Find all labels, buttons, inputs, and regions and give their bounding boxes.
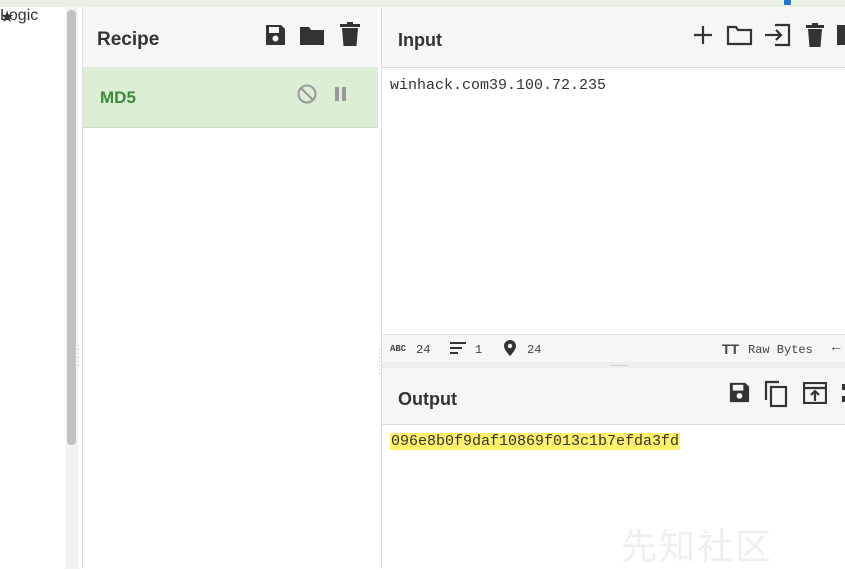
- trash-icon[interactable]: [340, 22, 360, 46]
- trash-icon[interactable]: [806, 23, 824, 47]
- lines-icon: [450, 341, 466, 355]
- recipe-title: Recipe: [97, 29, 160, 50]
- disable-icon[interactable]: [296, 83, 318, 105]
- operations-scrollbar-thumb[interactable]: [67, 10, 76, 445]
- column-resize-handle[interactable]: · · · · · ·: [77, 341, 80, 370]
- layout-icon[interactable]: [837, 24, 845, 46]
- category-logic-label[interactable]: Logic: [0, 7, 38, 25]
- input-lines: 1: [475, 343, 483, 357]
- output-text-area[interactable]: 096e8b0f9daf10869f013c1b7efda3fd: [390, 433, 681, 450]
- top-banner: [0, 0, 845, 7]
- text-encoding-icon: TT: [722, 341, 740, 357]
- arrow-left-icon[interactable]: ←: [832, 340, 840, 356]
- pause-icon[interactable]: [334, 86, 348, 102]
- recipe-operation-md5[interactable]: MD5: [83, 67, 378, 128]
- folder-icon[interactable]: [726, 24, 753, 46]
- replace-input-icon[interactable]: [803, 382, 827, 404]
- star-icon[interactable]: ★: [0, 7, 66, 569]
- input-text-area[interactable]: winhack.com39.100.72.235: [390, 77, 606, 94]
- save-icon[interactable]: [263, 23, 287, 47]
- folder-icon[interactable]: [299, 24, 325, 46]
- save-icon[interactable]: [728, 381, 751, 404]
- copy-icon[interactable]: [763, 380, 789, 408]
- encoding-label[interactable]: Raw Bytes: [748, 343, 813, 357]
- location-pin-icon: [504, 340, 516, 356]
- recipe-panel: Recipe MD5: [82, 7, 378, 569]
- recipe-header: Recipe: [83, 7, 378, 68]
- length-icon: ABC: [390, 344, 407, 354]
- output-header: Output: [382, 368, 845, 425]
- operation-name: MD5: [100, 88, 136, 107]
- banner-accent: [784, 0, 791, 5]
- add-icon[interactable]: [692, 24, 714, 46]
- input-title: Input: [398, 30, 442, 50]
- input-header: Input: [382, 7, 845, 68]
- cursor-position: 24: [527, 343, 542, 357]
- input-length: 24: [416, 343, 431, 357]
- input-status-bar: ABC 24 1 24 TT Raw Bytes ←: [382, 334, 845, 363]
- io-panel: Input winhack.com39.100.72.235 ABC 24 1 …: [381, 7, 845, 569]
- watermark-text: 先知社区: [621, 527, 774, 568]
- output-title: Output: [398, 389, 457, 409]
- input-file-icon[interactable]: [763, 23, 791, 47]
